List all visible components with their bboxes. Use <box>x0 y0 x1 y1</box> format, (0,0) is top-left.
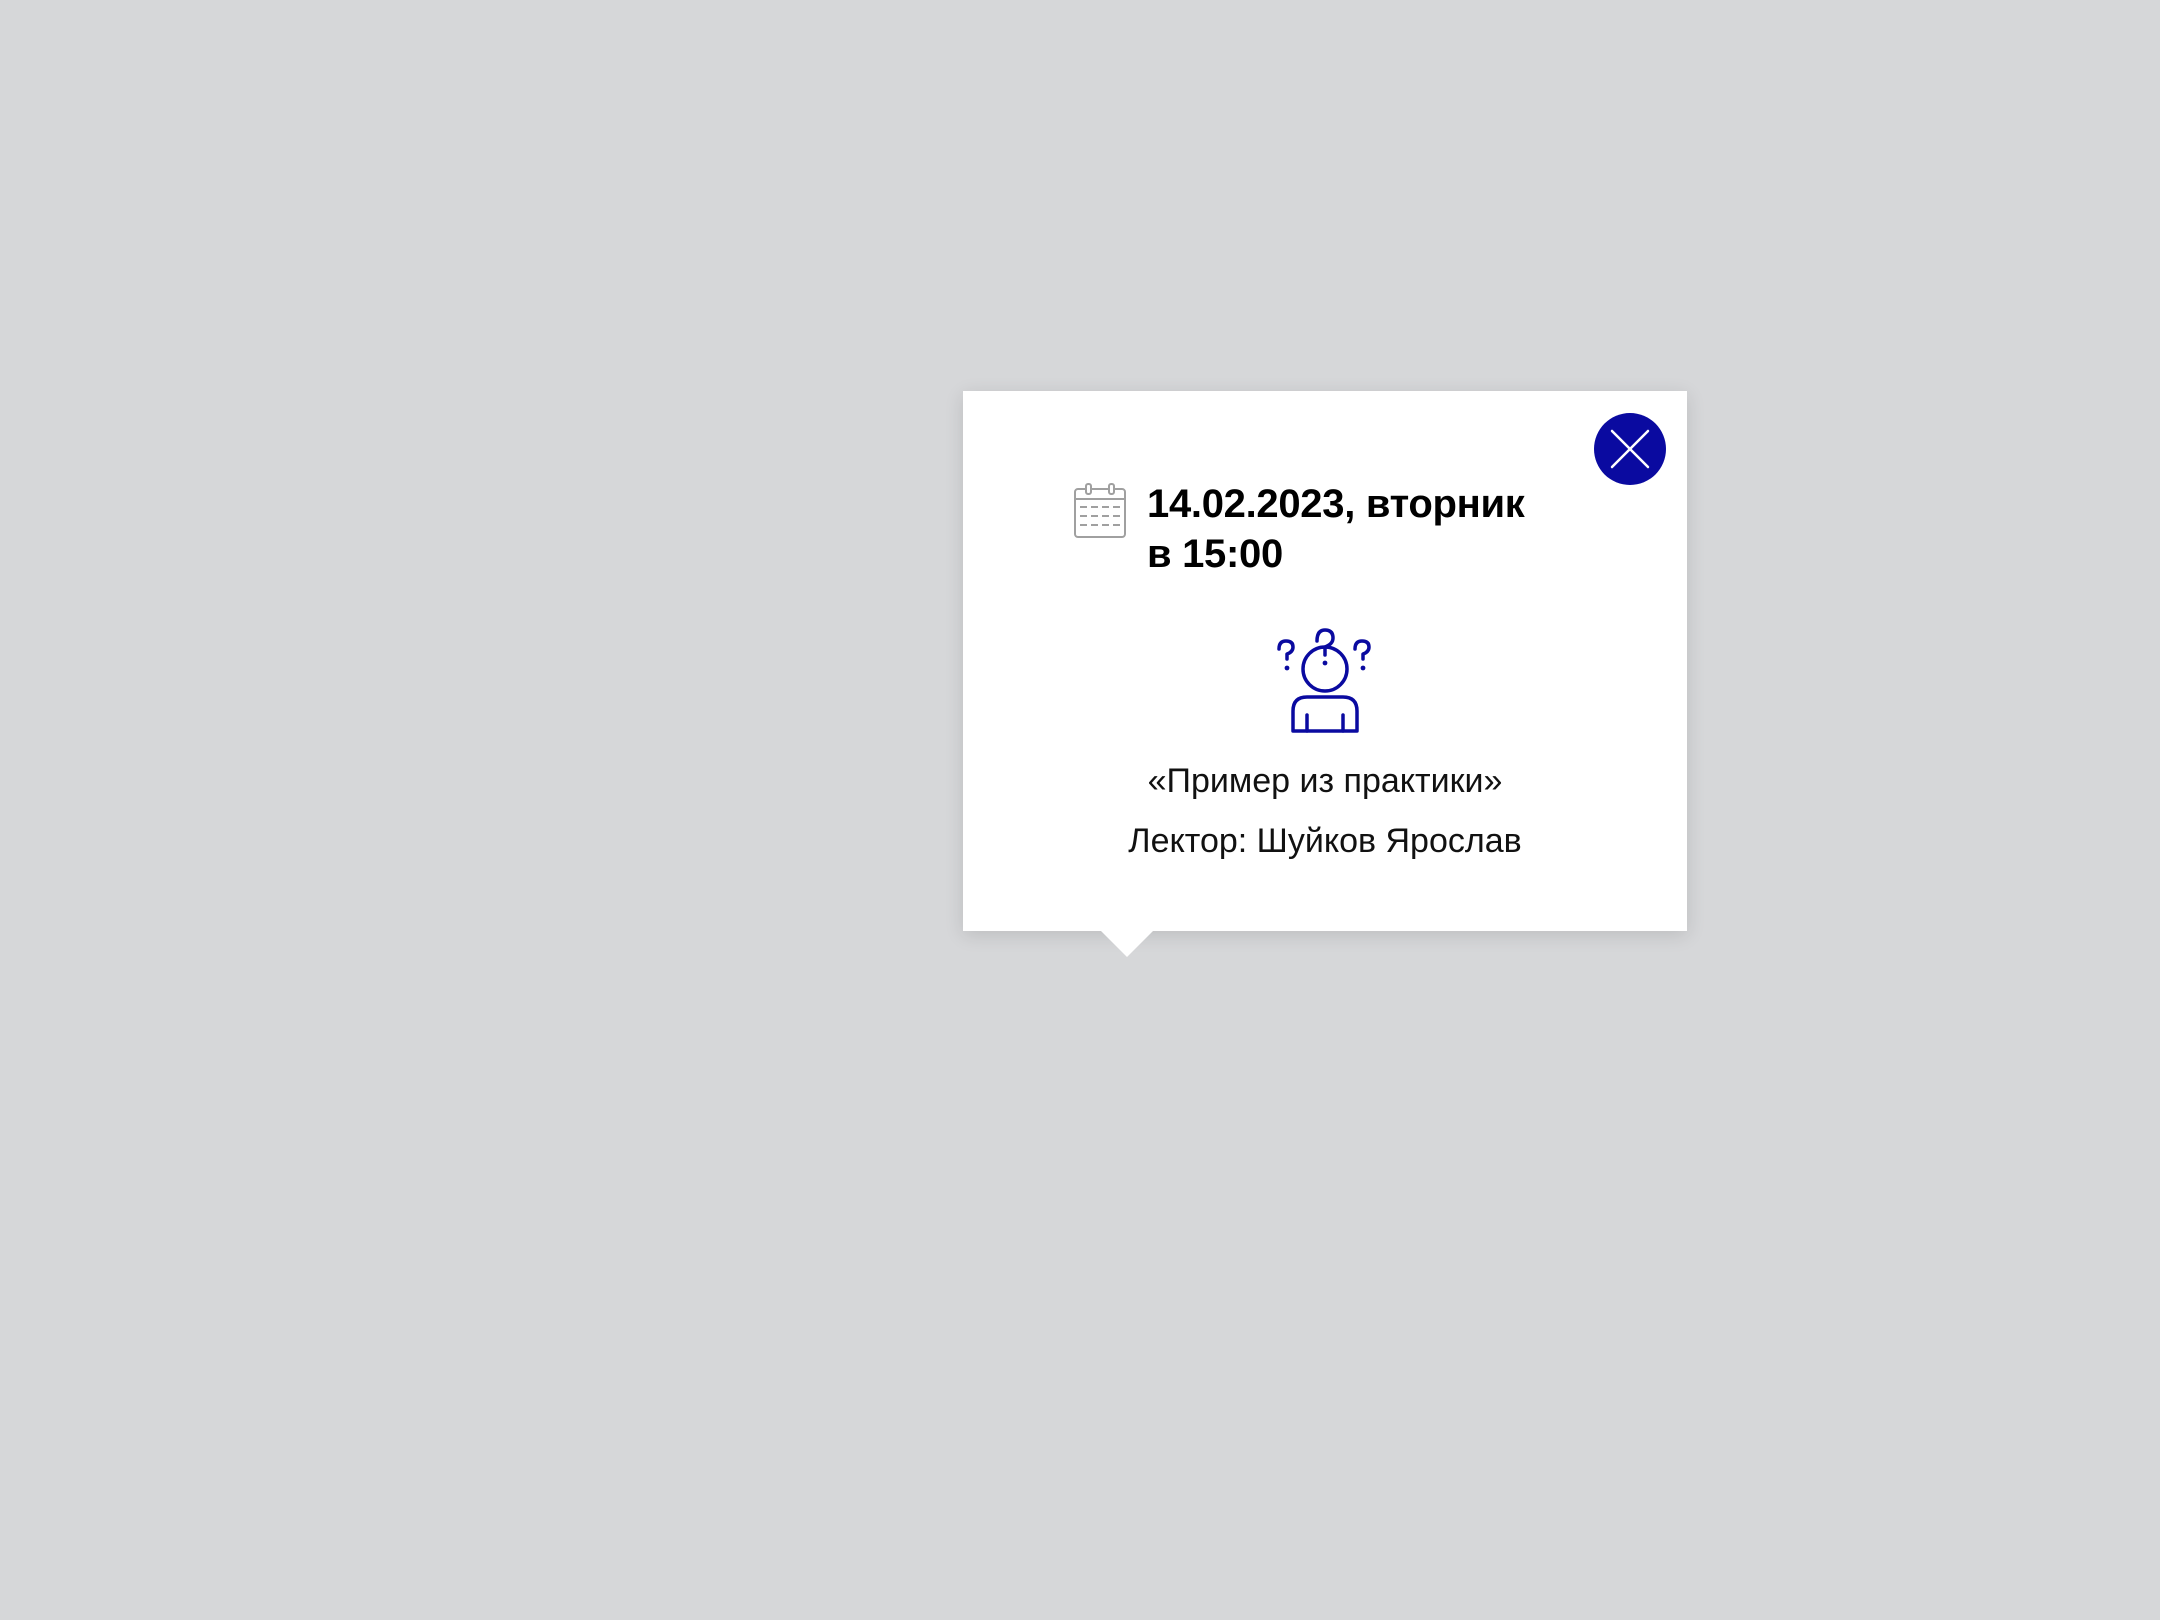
event-lecturer: Лектор: Шуйков Ярослав <box>1128 822 1522 860</box>
event-date-line: 14.02.2023, вторник <box>1147 482 1525 526</box>
event-title: «Пример из практики» <box>1147 762 1503 800</box>
close-button[interactable] <box>1594 413 1666 485</box>
calendar-icon <box>1074 483 1126 538</box>
confused-person-icon <box>1277 628 1371 733</box>
event-date: 14.02.2023, вторник в 15:00 <box>1147 479 1525 579</box>
close-icon <box>1610 429 1650 469</box>
event-datetime: 14.02.2023, вторник в 15:00 <box>1073 479 1525 579</box>
popup-pointer <box>1101 931 1153 957</box>
event-time-line: в 15:00 <box>1147 532 1283 576</box>
event-popup: 14.02.2023, вторник в 15:00 «Пример из п… <box>963 391 1687 957</box>
